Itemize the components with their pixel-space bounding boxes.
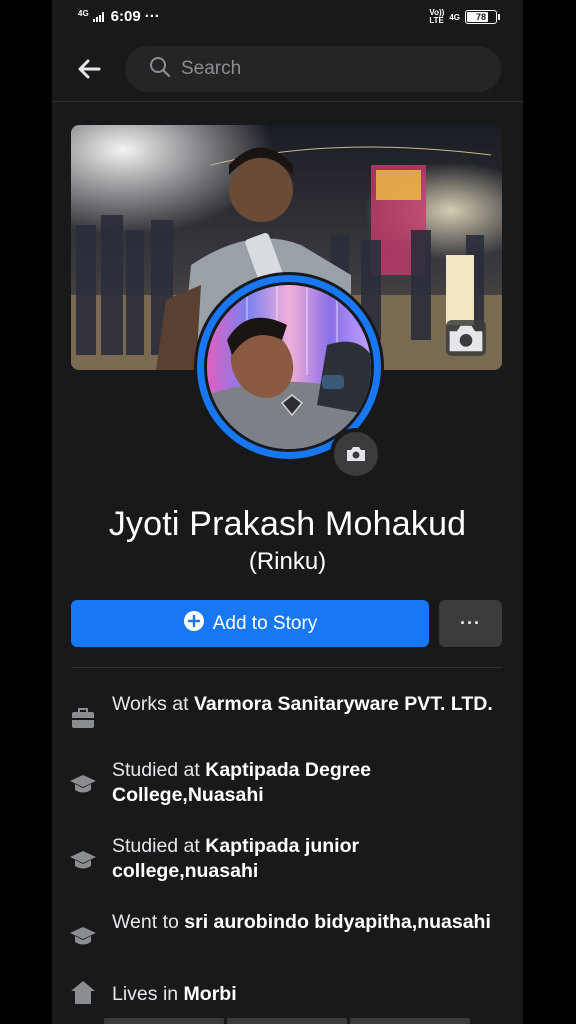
graduation-cap-icon <box>69 770 97 798</box>
arrow-left-icon[interactable] <box>74 54 104 84</box>
status-dots: ··· <box>144 8 160 25</box>
detail-value: Morbi <box>183 983 237 1005</box>
add-to-story-label: Add to Story <box>212 612 318 634</box>
camera-icon[interactable] <box>446 320 486 356</box>
detail-work[interactable]: Works at Varmora Sanitaryware PVT. LTD. <box>69 692 509 732</box>
detail-prefix: Lives in <box>112 983 184 1005</box>
tab-indicator <box>350 1018 470 1024</box>
detail-text: Studied at Kaptipada junior college,nuas… <box>112 834 509 884</box>
bottom-tab-strip <box>104 1018 470 1024</box>
briefcase-icon <box>69 704 97 732</box>
detail-education[interactable]: Studied at Kaptipada junior college,nuas… <box>69 834 509 884</box>
search-placeholder: Search <box>181 58 242 79</box>
home-icon <box>69 978 97 1006</box>
search-input[interactable]: Search <box>125 46 501 92</box>
top-bar: Search <box>52 40 523 102</box>
battery-level: 78 <box>475 12 486 22</box>
status-left: 4G 6:09 ··· <box>78 8 160 25</box>
profile-name: Jyoti Prakash Mohakud <box>108 505 467 543</box>
detail-text: Studied at Kaptipada Degree College,Nuas… <box>112 758 509 808</box>
camera-icon[interactable] <box>330 428 382 480</box>
detail-text: Lives in Morbi <box>112 982 237 1007</box>
detail-prefix: Went to <box>112 911 185 933</box>
avatar <box>204 282 374 452</box>
plus-circle-icon <box>183 610 205 638</box>
detail-value: Varmora Sanitaryware PVT. LTD. <box>194 693 493 715</box>
profile-nickname: (Rinku) <box>248 548 327 575</box>
search-icon <box>149 56 181 83</box>
detail-lives-in[interactable]: Lives in Morbi <box>69 976 509 1007</box>
detail-prefix: Works at <box>112 693 194 715</box>
signal-icon <box>92 11 104 22</box>
volte-bottom: LTE <box>429 16 444 25</box>
graduation-cap-icon <box>69 846 97 874</box>
status-right: Vo)) LTE 4G 78 <box>429 9 500 25</box>
network-type-left: 4G <box>78 8 89 18</box>
detail-value: sri aurobindo bidyapitha,nuasahi <box>184 911 491 933</box>
network-type-right: 4G <box>449 12 460 22</box>
status-bar: 4G 6:09 ··· Vo)) LTE 4G 78 <box>52 0 523 34</box>
volte-indicator: Vo)) LTE <box>429 9 444 25</box>
detail-text: Works at Varmora Sanitaryware PVT. LTD. <box>112 692 493 717</box>
graduation-cap-icon <box>69 922 97 950</box>
detail-prefix: Studied at <box>112 835 206 857</box>
status-time: 6:09 <box>110 8 141 25</box>
tab-indicator <box>104 1018 224 1024</box>
detail-school[interactable]: Went to sri aurobindo bidyapitha,nuasahi <box>69 910 509 950</box>
more-options-button[interactable]: ··· <box>439 600 502 647</box>
phone-screen: 4G 6:09 ··· Vo)) LTE 4G 78 Search Jyoti … <box>52 0 523 1024</box>
avatar-image <box>207 285 371 449</box>
more-icon: ··· <box>460 613 481 633</box>
detail-text: Went to sri aurobindo bidyapitha,nuasahi <box>112 910 491 935</box>
divider <box>71 667 502 668</box>
battery-icon: 78 <box>465 10 500 24</box>
detail-prefix: Studied at <box>112 759 206 781</box>
add-to-story-button[interactable]: Add to Story <box>71 600 429 647</box>
detail-education[interactable]: Studied at Kaptipada Degree College,Nuas… <box>69 758 509 808</box>
intro-details: Works at Varmora Sanitaryware PVT. LTD. … <box>69 692 509 1024</box>
tab-indicator <box>227 1018 347 1024</box>
